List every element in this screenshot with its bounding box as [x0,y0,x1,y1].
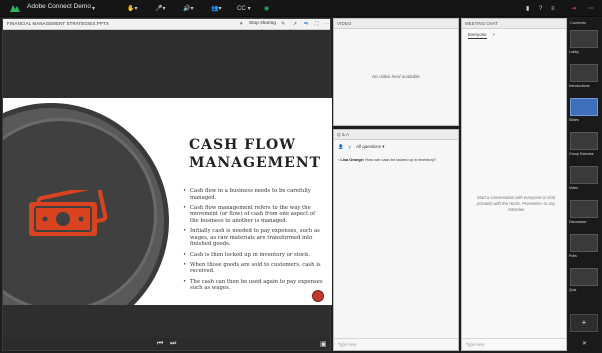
layout-label: Quiz [569,288,577,292]
chat-pod: MEETING CHAT Everyone + Start a conversa… [461,18,567,351]
qa-pod-title: Q & A [337,132,349,137]
microphone-icon[interactable]: 🎤▾ [155,4,165,13]
layout-thumb-video[interactable] [570,166,598,184]
share-pod-footer: ⏮ ⏭ ▣ [3,338,330,350]
slide-bullet: Cash flow management refers to the way t… [183,205,323,225]
adobe-connect-logo-icon [10,5,20,12]
question-filter-dropdown[interactable]: All questions ▾ [356,144,384,150]
options-icon[interactable]: ⋯ [324,21,329,27]
user-icon[interactable]: 👤 [338,144,343,150]
closed-captions-button[interactable]: CC ▾ [237,4,251,13]
slide-bullet-list: Cash flow in a business needs to be care… [183,188,323,295]
chevron-down-icon[interactable]: ▾ [92,4,95,13]
next-slide-icon[interactable]: ⏭ [170,340,176,348]
share-pod: FINANCIAL MANAGEMENT STRATEGIES.PPTX ▾ S… [2,18,332,351]
slide-title-line-1: CASH FLOW [189,137,296,153]
speaker-icon[interactable]: 🔊▾ [183,4,193,13]
chat-input[interactable]: Type here [462,338,566,350]
broadcast-icon[interactable]: ◉ [264,4,269,13]
layout-thumb-lobby[interactable] [570,30,598,48]
settings-icon[interactable]: ✕ [582,340,587,347]
money-bill-icon [29,190,108,236]
layouts-rail: Contents Lobby Introductions Slides Grou… [568,18,602,353]
people-icon[interactable]: 👥▾ [211,4,221,13]
layout-label: Discussion [569,220,587,224]
pointer-icon[interactable]: ➚ [293,21,297,27]
layout-label: Video [569,186,579,190]
slide-bullet: Initially cash is needed to pay expenses… [183,228,323,248]
video-pod-header: VIDEO [334,19,458,29]
chat-input-placeholder: Type here [466,342,485,347]
qa-input[interactable]: Type here [334,338,458,350]
chat-tabs: Everyone + [468,32,495,39]
layout-thumb-slides[interactable] [570,98,598,116]
video-pod-title: VIDEO [337,21,352,26]
previous-slide-icon[interactable]: ⏮ [157,340,163,348]
chat-pod-title: MEETING CHAT [465,21,498,26]
closed-captions-label: CC [237,5,246,12]
dropdown-icon[interactable]: ▾ [240,21,243,27]
layout-label: Polls [569,254,577,258]
question-author: Lisa Orange: [340,157,365,162]
add-layout-button[interactable]: + [570,314,598,332]
slide-bullet: The cash can then be used again to pay e… [183,279,323,292]
question-text: How can cash be locked up in inventory? [365,157,437,162]
more-icon[interactable]: ⋯ [588,4,594,13]
layout-label: Group Exercise [569,152,594,156]
chat-pod-header: MEETING CHAT [462,19,566,29]
video-pod: VIDEO No video feed available [333,18,459,126]
exit-icon[interactable]: ⇥ [571,4,576,13]
slide-bullet: Cash is then locked up in inventory or s… [183,252,323,259]
top-bar: Adobe Connect Demo ▾ ✋▾ 🎤▾ 🔊▾ 👥▾ CC ▾ ◉ ▮… [0,0,602,17]
slide-area: CASH FLOW MANAGEMENT Cash flow in a busi… [3,30,332,340]
menu-icon[interactable]: ≡ [551,4,555,13]
layout-thumb-polls[interactable] [570,234,598,252]
layout-thumb-introductions[interactable] [570,64,598,82]
layout-thumb-group-exercise[interactable] [570,132,598,150]
layouts-title: Contents [570,20,587,25]
qa-pod: Q & A 👤 T All questions ▾ › Lisa Orange:… [333,129,459,351]
layout-label: Introductions [569,84,590,88]
share-pod-header: FINANCIAL MANAGEMENT STRATEGIES.PPTX ▾ S… [3,19,330,30]
pen-icon[interactable]: ✎ [281,21,285,27]
no-video-message: No video feed available [372,74,420,79]
share-pod-title: FINANCIAL MANAGEMENT STRATEGIES.PPTX [7,21,109,26]
slide-red-dot [312,290,324,302]
stop-sharing-button[interactable]: Stop sharing [249,21,276,26]
layout-thumb-discussion[interactable] [570,200,598,218]
qa-input-placeholder: Type here [338,342,357,347]
layout-label: Lobby [569,50,579,54]
question-item[interactable]: › Lisa Orange: How can cash be locked up… [338,157,456,162]
slide-title-line-2: MANAGEMENT [189,155,322,171]
tab-everyone[interactable]: Everyone [468,32,487,39]
question-filter-label: All questions [356,144,382,149]
qa-toolbar: 👤 T All questions ▾ [338,144,385,150]
text-icon[interactable]: T [348,145,351,150]
raise-hand-icon[interactable]: ✋▾ [127,4,137,13]
qa-pod-header: Q & A [334,130,458,140]
presentation-slide: CASH FLOW MANAGEMENT Cash flow in a busi… [3,98,332,305]
app-title: Adobe Connect Demo [27,3,91,10]
fullscreen-icon[interactable]: ⛶ [315,21,319,27]
signal-icon: ▮ [526,6,530,12]
sidebar-toggle-icon[interactable]: ▣ [320,340,327,348]
layout-label: Slides [569,118,579,122]
help-icon[interactable]: ? [539,4,542,13]
slide-bullet: When those goods are sold to customers, … [183,262,323,275]
layout-thumb-quiz[interactable] [570,268,598,286]
slide-bullet: Cash flow in a business needs to be care… [183,188,323,201]
sync-icon[interactable]: ⇆ [304,21,308,27]
add-chat-tab-button[interactable]: + [493,32,496,39]
slide-title: CASH FLOW MANAGEMENT [189,136,329,172]
chat-empty-message: Start a conversation with everyone or ch… [476,195,556,213]
